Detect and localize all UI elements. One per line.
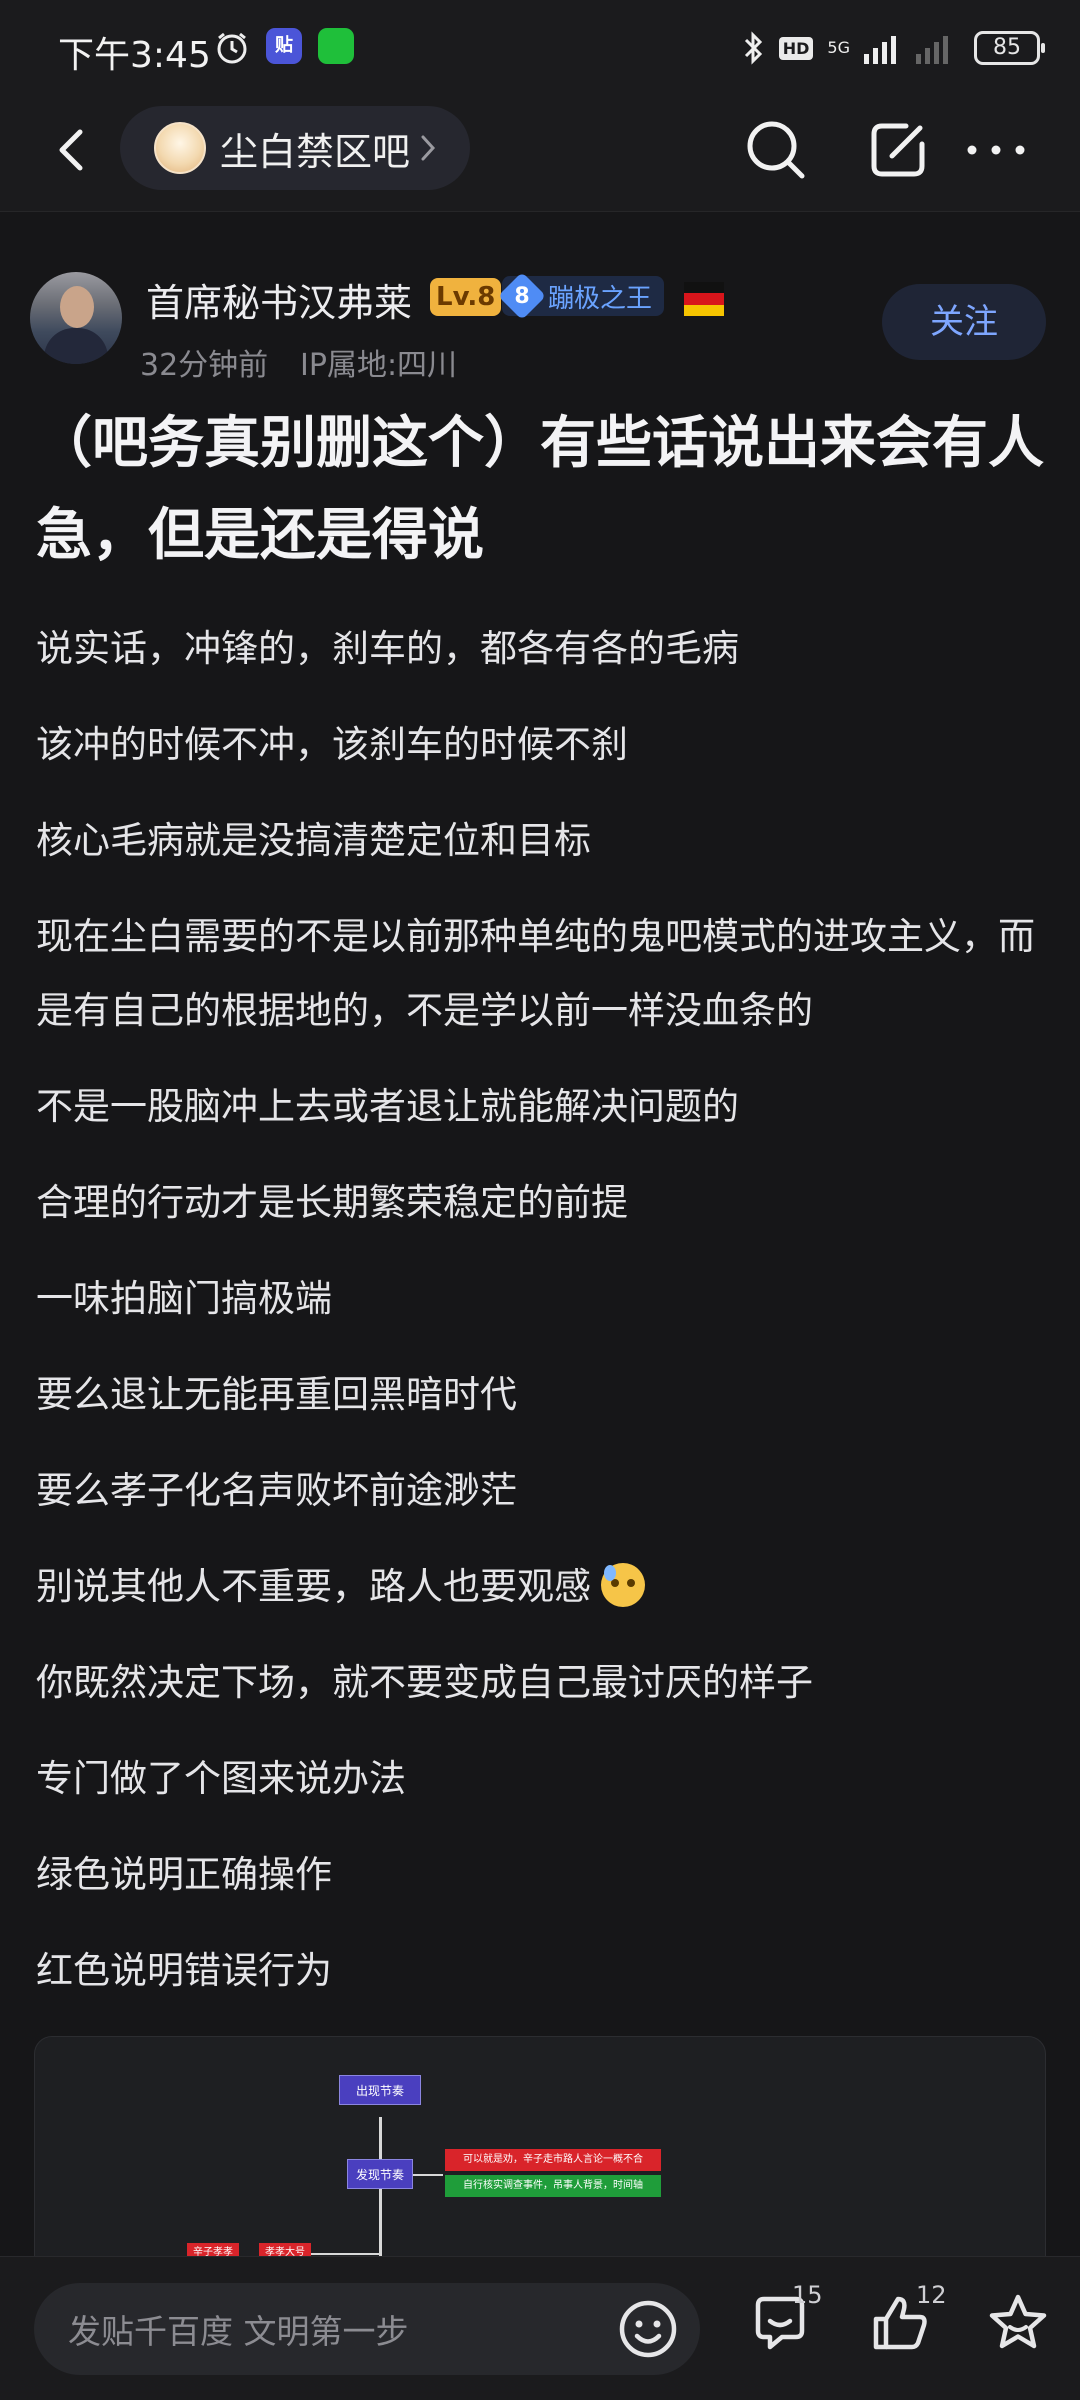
tieba-app-icon: 贴 bbox=[266, 28, 302, 64]
forum-name: 尘白禁区吧 bbox=[220, 129, 411, 174]
post-paragraph: 该冲的时候不冲，该刹车的时候不刹 bbox=[36, 723, 628, 766]
post-paragraph: 要么孝子化名声败坏前途渺茫 bbox=[36, 1469, 517, 1512]
image-node-top: 出现节奏 bbox=[339, 2075, 421, 2105]
post-paragraph: 现在尘白需要的不是以前那种单纯的鬼吧模式的进攻主义，而是有自己的根据地的，不是学… bbox=[36, 915, 1035, 1032]
comment-count: 15 bbox=[792, 2281, 823, 2309]
edit-share-icon[interactable] bbox=[866, 118, 930, 182]
post-paragraph-with-emoji: 别说其他人不重要，路人也要观感 bbox=[36, 1550, 1046, 1624]
signal-icon bbox=[864, 36, 948, 64]
post-paragraph: 一味拍脑门搞极端 bbox=[36, 1277, 332, 1320]
top-nav: 尘白禁区吧 bbox=[0, 96, 1080, 212]
image-note-red: 可以就是劝，辛子走市路人言论一概不合 bbox=[445, 2149, 661, 2171]
level-badge: Lv.8 bbox=[430, 278, 502, 316]
comment-input[interactable]: 发贴千百度 文明第一步 bbox=[34, 2283, 700, 2375]
forum-avatar bbox=[154, 122, 206, 174]
post-paragraph: 你既然决定下场，就不要变成自己最讨厌的样子 bbox=[36, 1661, 813, 1704]
sweat-emoji-icon bbox=[601, 1563, 645, 1607]
ip-location: IP属地:四川 bbox=[300, 348, 458, 383]
status-right: HD 5G 85 bbox=[741, 24, 1045, 72]
star-icon[interactable] bbox=[986, 2291, 1050, 2355]
author-avatar[interactable] bbox=[30, 272, 122, 364]
germany-flag-icon bbox=[684, 282, 724, 316]
bottom-bar: 发贴千百度 文明第一步 15 12 bbox=[0, 2256, 1080, 2400]
post-paragraph: 合理的行动才是长期繁荣稳定的前提 bbox=[36, 1181, 628, 1224]
post-paragraph: 要么退让无能再重回黑暗时代 bbox=[36, 1373, 517, 1416]
honor-level: 8 bbox=[497, 271, 547, 321]
search-icon[interactable] bbox=[742, 116, 810, 184]
status-bar: 下午3:45 贴 HD 5G 85 bbox=[0, 0, 1080, 96]
hd-badge: HD bbox=[778, 36, 814, 60]
forum-pill[interactable]: 尘白禁区吧 bbox=[120, 106, 470, 190]
more-icon[interactable] bbox=[960, 118, 1032, 182]
back-icon[interactable] bbox=[42, 118, 106, 182]
author-name[interactable]: 首席秘书汉弗莱 bbox=[146, 272, 412, 327]
post-paragraph: 说实话，冲锋的，刹车的，都各有各的毛病 bbox=[36, 627, 739, 670]
network-label: 5G bbox=[827, 38, 850, 57]
emoji-icon[interactable] bbox=[616, 2297, 680, 2361]
post-paragraph-text: 别说其他人不重要，路人也要观感 bbox=[36, 1565, 591, 1608]
comment-placeholder: 发贴千百度 文明第一步 bbox=[68, 2312, 409, 2351]
post-paragraph: 专门做了个图来说办法 bbox=[36, 1757, 406, 1800]
like-count: 12 bbox=[916, 2281, 947, 2309]
honor-badge: 8 蹦极之王 bbox=[497, 271, 665, 321]
alarm-icon bbox=[217, 32, 247, 64]
battery-indicator: 85 bbox=[974, 31, 1045, 65]
wechat-app-icon bbox=[318, 28, 354, 64]
post-title: （吧务真别删这个）有些话说出来会有人急，但是还是得说 bbox=[36, 411, 1044, 568]
post-paragraph: 绿色说明正确操作 bbox=[36, 1853, 332, 1896]
follow-button[interactable]: 关注 bbox=[882, 284, 1046, 360]
post-paragraph: 核心毛病就是没搞清楚定位和目标 bbox=[36, 819, 591, 862]
post-paragraph: 红色说明错误行为 bbox=[36, 1949, 332, 1992]
bluetooth-icon bbox=[744, 31, 762, 65]
post-body: 说实话，冲锋的，刹车的，都各有各的毛病 该冲的时候不冲，该刹车的时候不刹 核心毛… bbox=[36, 612, 1046, 2030]
status-time: 下午3:45 bbox=[58, 35, 211, 76]
image-branch bbox=[413, 2174, 443, 2176]
post-paragraph: 不是一股脑冲上去或者退让就能解决问题的 bbox=[36, 1085, 739, 1128]
honor-title: 蹦极之王 bbox=[548, 283, 653, 314]
image-branch-left bbox=[311, 2253, 379, 2255]
image-note-green: 自行核实调查事件，吊事人背景，时间轴 bbox=[445, 2175, 661, 2197]
image-node-mid: 发现节奏 bbox=[347, 2159, 413, 2189]
chevron-right-icon bbox=[421, 135, 436, 161]
post-time: 32分钟前 bbox=[140, 348, 269, 383]
